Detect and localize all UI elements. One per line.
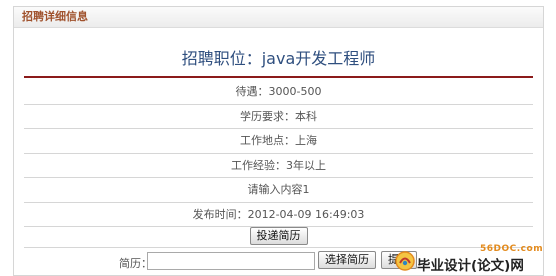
site-watermark: 56DOC.com 毕业设计(论文)网 xyxy=(394,244,556,276)
job-detail-list: 待遇：3000-500 学历要求：本科 工作地点：上海 工作经验：3年以上 请输… xyxy=(24,80,533,227)
submit-resume-button[interactable]: 投递简历 xyxy=(249,227,308,245)
job-detail-panel: 招聘详细信息 招聘职位：java开发工程师 待遇：3000-500 学历要求：本… xyxy=(13,6,544,276)
salary-row: 待遇：3000-500 xyxy=(24,80,533,105)
panel-header: 招聘详细信息 xyxy=(14,7,543,28)
job-title: 招聘职位：java开发工程师 xyxy=(181,49,376,68)
submit-resume-row: 投递简历 xyxy=(14,224,543,245)
experience-row: 工作经验：3年以上 xyxy=(24,154,533,178)
watermark-text: 毕业设计(论文)网 xyxy=(417,258,524,274)
choose-resume-button[interactable]: 选择简历 xyxy=(318,251,376,269)
description-row: 请输入内容1 xyxy=(24,178,533,203)
resume-file-input[interactable] xyxy=(147,252,315,270)
education-row: 学历要求：本科 xyxy=(24,105,533,129)
title-divider xyxy=(24,76,533,78)
watermark-url: 56DOC.com xyxy=(480,244,544,254)
watermark-logo-icon xyxy=(394,250,416,276)
location-row: 工作地点：上海 xyxy=(24,129,533,154)
